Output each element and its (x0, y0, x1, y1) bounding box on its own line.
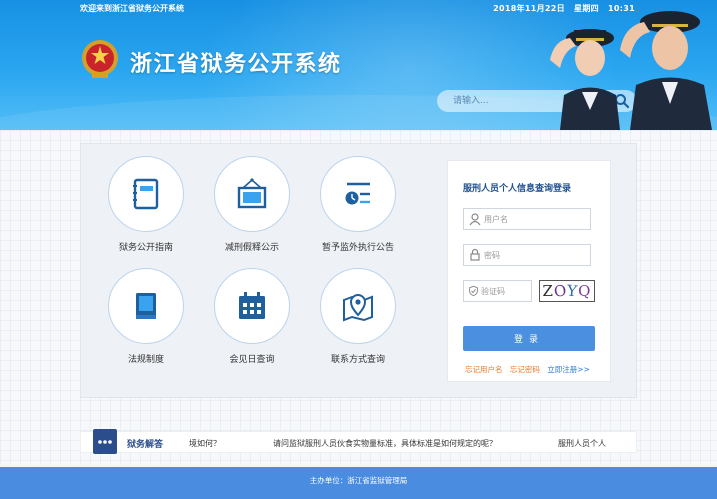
tile-visit-day[interactable]: 会见日查询 (187, 256, 297, 366)
tile-temporary-execution[interactable]: 暂予监外执行公告 (293, 144, 403, 254)
notice-board-icon (237, 178, 267, 209)
tile-circle (214, 268, 290, 344)
tile-circle (320, 268, 396, 344)
police-emblem-icon (82, 40, 118, 78)
clock-list-icon (345, 182, 370, 205)
user-icon (469, 213, 481, 226)
map-pin-icon (343, 294, 373, 322)
captcha-char: Y (566, 281, 580, 301)
shield-check-icon (469, 285, 478, 297)
captcha-image[interactable]: ZOYQ (539, 280, 595, 302)
forgot-password-link[interactable]: 忘记密码 (510, 365, 540, 374)
more-dots-icon (93, 429, 117, 454)
book-icon (136, 293, 156, 319)
forgot-username-link[interactable]: 忘记用户名 (465, 365, 503, 374)
news-item[interactable]: 服刑人员个人 (558, 438, 606, 449)
site-title: 浙江省狱务公开系统 (130, 52, 342, 77)
username-field[interactable] (463, 208, 591, 230)
news-item[interactable]: 请问监狱服刑人员伙食实物量标准，具体标准是如何规定的呢？ (273, 438, 497, 449)
site-header: 欢迎来到浙江省狱务公开系统 2018年11月22日 星期四 10:31 浙江省狱… (0, 0, 717, 130)
tile-contact[interactable]: 联系方式查询 (293, 256, 403, 366)
login-card: 服刑人员个人信息查询登录 ZOYQ 登录 忘记用户名 忘记密码 立即注册>> (447, 160, 611, 382)
captcha-input[interactable] (481, 282, 531, 300)
captcha-char: Q (578, 282, 592, 300)
news-bar: 狱务解答 境如何？ 请问监狱服刑人员伙食实物量标准，具体标准是如何规定的呢？ 服… (80, 429, 637, 454)
login-title: 服刑人员个人信息查询登录 (463, 184, 572, 194)
news-title: 狱务解答 (127, 440, 164, 450)
login-links: 忘记用户名 忘记密码 立即注册>> (465, 364, 595, 375)
tile-circle (214, 156, 290, 232)
tile-parole-notice[interactable]: 减刑假释公示 (187, 144, 297, 254)
news-item[interactable]: 境如何？ (189, 438, 221, 449)
username-input[interactable] (484, 210, 584, 228)
captcha-field[interactable] (463, 280, 532, 302)
welcome-text: 欢迎来到浙江省狱务公开系统 (80, 4, 184, 13)
tile-guide[interactable]: 狱务公开指南 (81, 144, 191, 254)
notebook-icon (133, 178, 159, 210)
register-link[interactable]: 立即注册>> (547, 365, 590, 374)
password-field[interactable] (463, 244, 591, 266)
tile-label: 暂予监外执行公告 (321, 243, 394, 253)
tile-circle (320, 156, 396, 232)
password-input[interactable] (484, 246, 584, 264)
lock-icon (470, 248, 480, 261)
officers-photo (550, 11, 712, 130)
calendar-icon (239, 292, 265, 319)
tile-regulations[interactable]: 法规制度 (81, 256, 191, 366)
tile-circle (108, 268, 184, 344)
tile-label: 联系方式查询 (330, 355, 385, 365)
site-footer: 主办单位：浙江省监狱管理局 (0, 467, 717, 499)
tile-circle (108, 156, 184, 232)
login-button[interactable]: 登录 (463, 326, 595, 351)
